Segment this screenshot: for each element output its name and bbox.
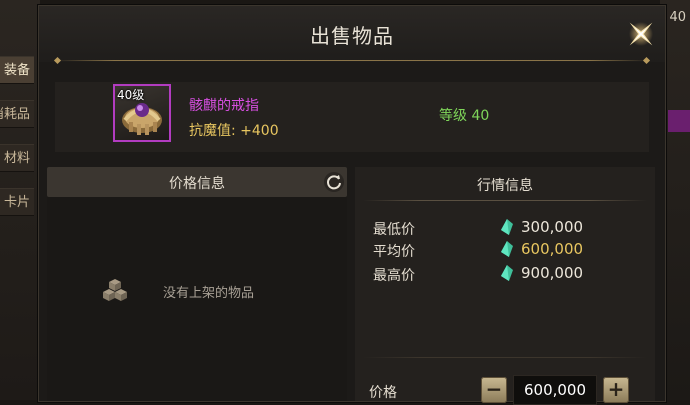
title-divider	[55, 60, 649, 61]
item-stat: 抗魔值: +400	[189, 123, 279, 139]
green-crystal-icon	[501, 219, 513, 235]
bid-divider	[363, 357, 647, 358]
market-row-max: 最高价 900,000	[355, 263, 655, 285]
price-input[interactable]: 600,000	[513, 375, 597, 405]
background-left-panel: 装备 消耗品 材料 卡片	[0, 0, 40, 400]
bg-tab-equipment[interactable]: 装备	[0, 56, 34, 84]
market-info-title: 行情信息	[477, 178, 533, 194]
refresh-button[interactable]	[323, 171, 345, 193]
market-row-min: 最低价 300,000	[355, 217, 655, 239]
item-required-level: 等级 40	[439, 108, 490, 124]
close-x-star-icon	[629, 22, 653, 46]
title-bar: 出售物品	[39, 6, 665, 62]
market-row-label: 最高价	[373, 268, 415, 284]
bg-right-text: 40	[669, 10, 686, 25]
market-row-value: 600,000	[521, 240, 584, 258]
market-divider	[363, 200, 647, 201]
bid-price-label: 价格	[369, 385, 397, 401]
bg-right-item	[668, 110, 690, 132]
market-row-label: 最低价	[373, 222, 415, 238]
green-crystal-icon	[501, 265, 513, 281]
price-decrease-button[interactable]: −	[481, 377, 507, 403]
green-crystal-icon	[501, 241, 513, 257]
item-info-panel: 40级 骸麒的戒指 抗魔值: +400 等级 40	[55, 82, 649, 152]
price-info-header: 价格信息	[47, 167, 347, 197]
item-level-badge: 40级	[117, 88, 145, 102]
item-name: 骸麒的戒指	[189, 98, 259, 114]
refresh-icon	[324, 172, 344, 192]
market-row-avg: 平均价 600,000	[355, 239, 655, 261]
bg-tab-consumables[interactable]: 消耗品	[0, 100, 34, 128]
market-row-value: 900,000	[521, 264, 584, 282]
empty-listing-text: 没有上架的物品	[163, 286, 255, 301]
price-increase-button[interactable]: +	[603, 377, 629, 403]
market-row-label: 平均价	[373, 244, 415, 260]
price-info-panel: 没有上架的物品	[47, 197, 347, 401]
sell-item-dialog: 出售物品 40级 骸麒的戒指 抗魔值: +400 等级 40 价格信息 没有上架…	[38, 5, 666, 405]
bg-tab-materials[interactable]: 材料	[0, 144, 34, 172]
cube-stack-icon	[103, 279, 127, 301]
dialog-title: 出售物品	[310, 24, 394, 48]
item-slot[interactable]: 40级	[113, 84, 171, 142]
market-info-panel: 行情信息 最低价 300,000 平均价 600,000 最高价 900,000…	[355, 167, 655, 405]
bg-tab-cards[interactable]: 卡片	[0, 188, 34, 216]
close-button[interactable]	[621, 14, 661, 54]
market-row-value: 300,000	[521, 218, 584, 236]
price-info-title: 价格信息	[169, 176, 225, 192]
